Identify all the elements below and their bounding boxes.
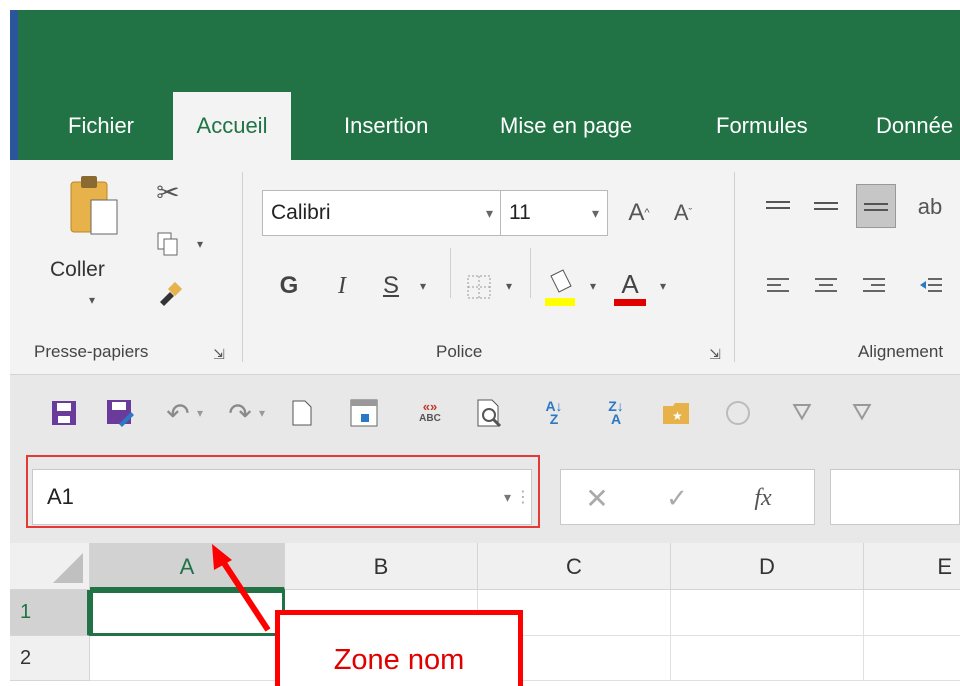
annotation-callout: Zone nom: [275, 610, 523, 686]
annotation-arrow: [212, 544, 271, 632]
